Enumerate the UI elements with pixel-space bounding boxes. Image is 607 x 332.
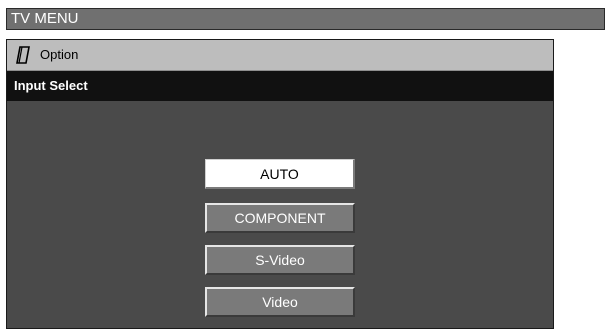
note-icon [15,46,31,64]
input-option-video-button[interactable]: Video [205,287,355,317]
tv-menu-title: TV MENU [11,10,79,27]
tv-menu-title-bar: TV MENU [6,8,605,30]
input-option-s-video-button[interactable]: S-Video [205,245,355,275]
input-option-component-button[interactable]: COMPONENT [205,203,355,233]
section-header: Input Select [7,71,553,101]
menu-panel: Option Input Select AUTO COMPONENT S-Vid… [6,39,554,329]
section-title: Input Select [14,78,88,93]
input-option-auto-button[interactable]: AUTO [205,159,355,189]
category-bar: Option [7,40,553,71]
category-label: Option [40,47,79,62]
